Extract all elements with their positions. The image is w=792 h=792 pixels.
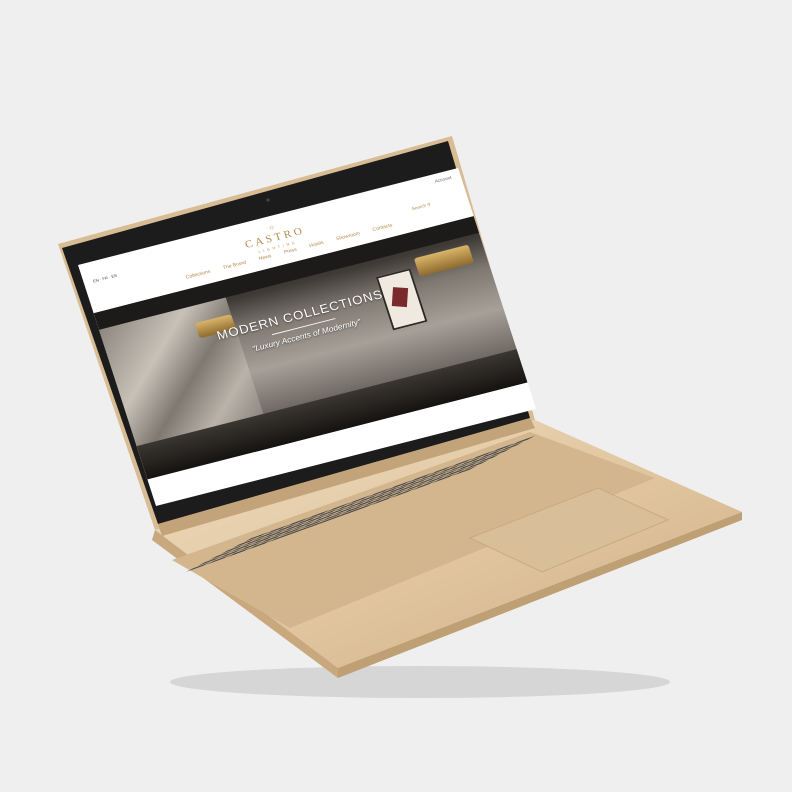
laptop-mockup-scene: Account EN · FR · ES ◇ CASTRO LIGHTING S… (0, 0, 792, 792)
nav-item-news[interactable]: News (258, 254, 272, 262)
camera-icon (266, 198, 270, 202)
drop-shadow (170, 666, 670, 698)
nav-item-press[interactable]: Press (283, 247, 297, 255)
nav-item-hotels[interactable]: Hotels (309, 240, 325, 249)
